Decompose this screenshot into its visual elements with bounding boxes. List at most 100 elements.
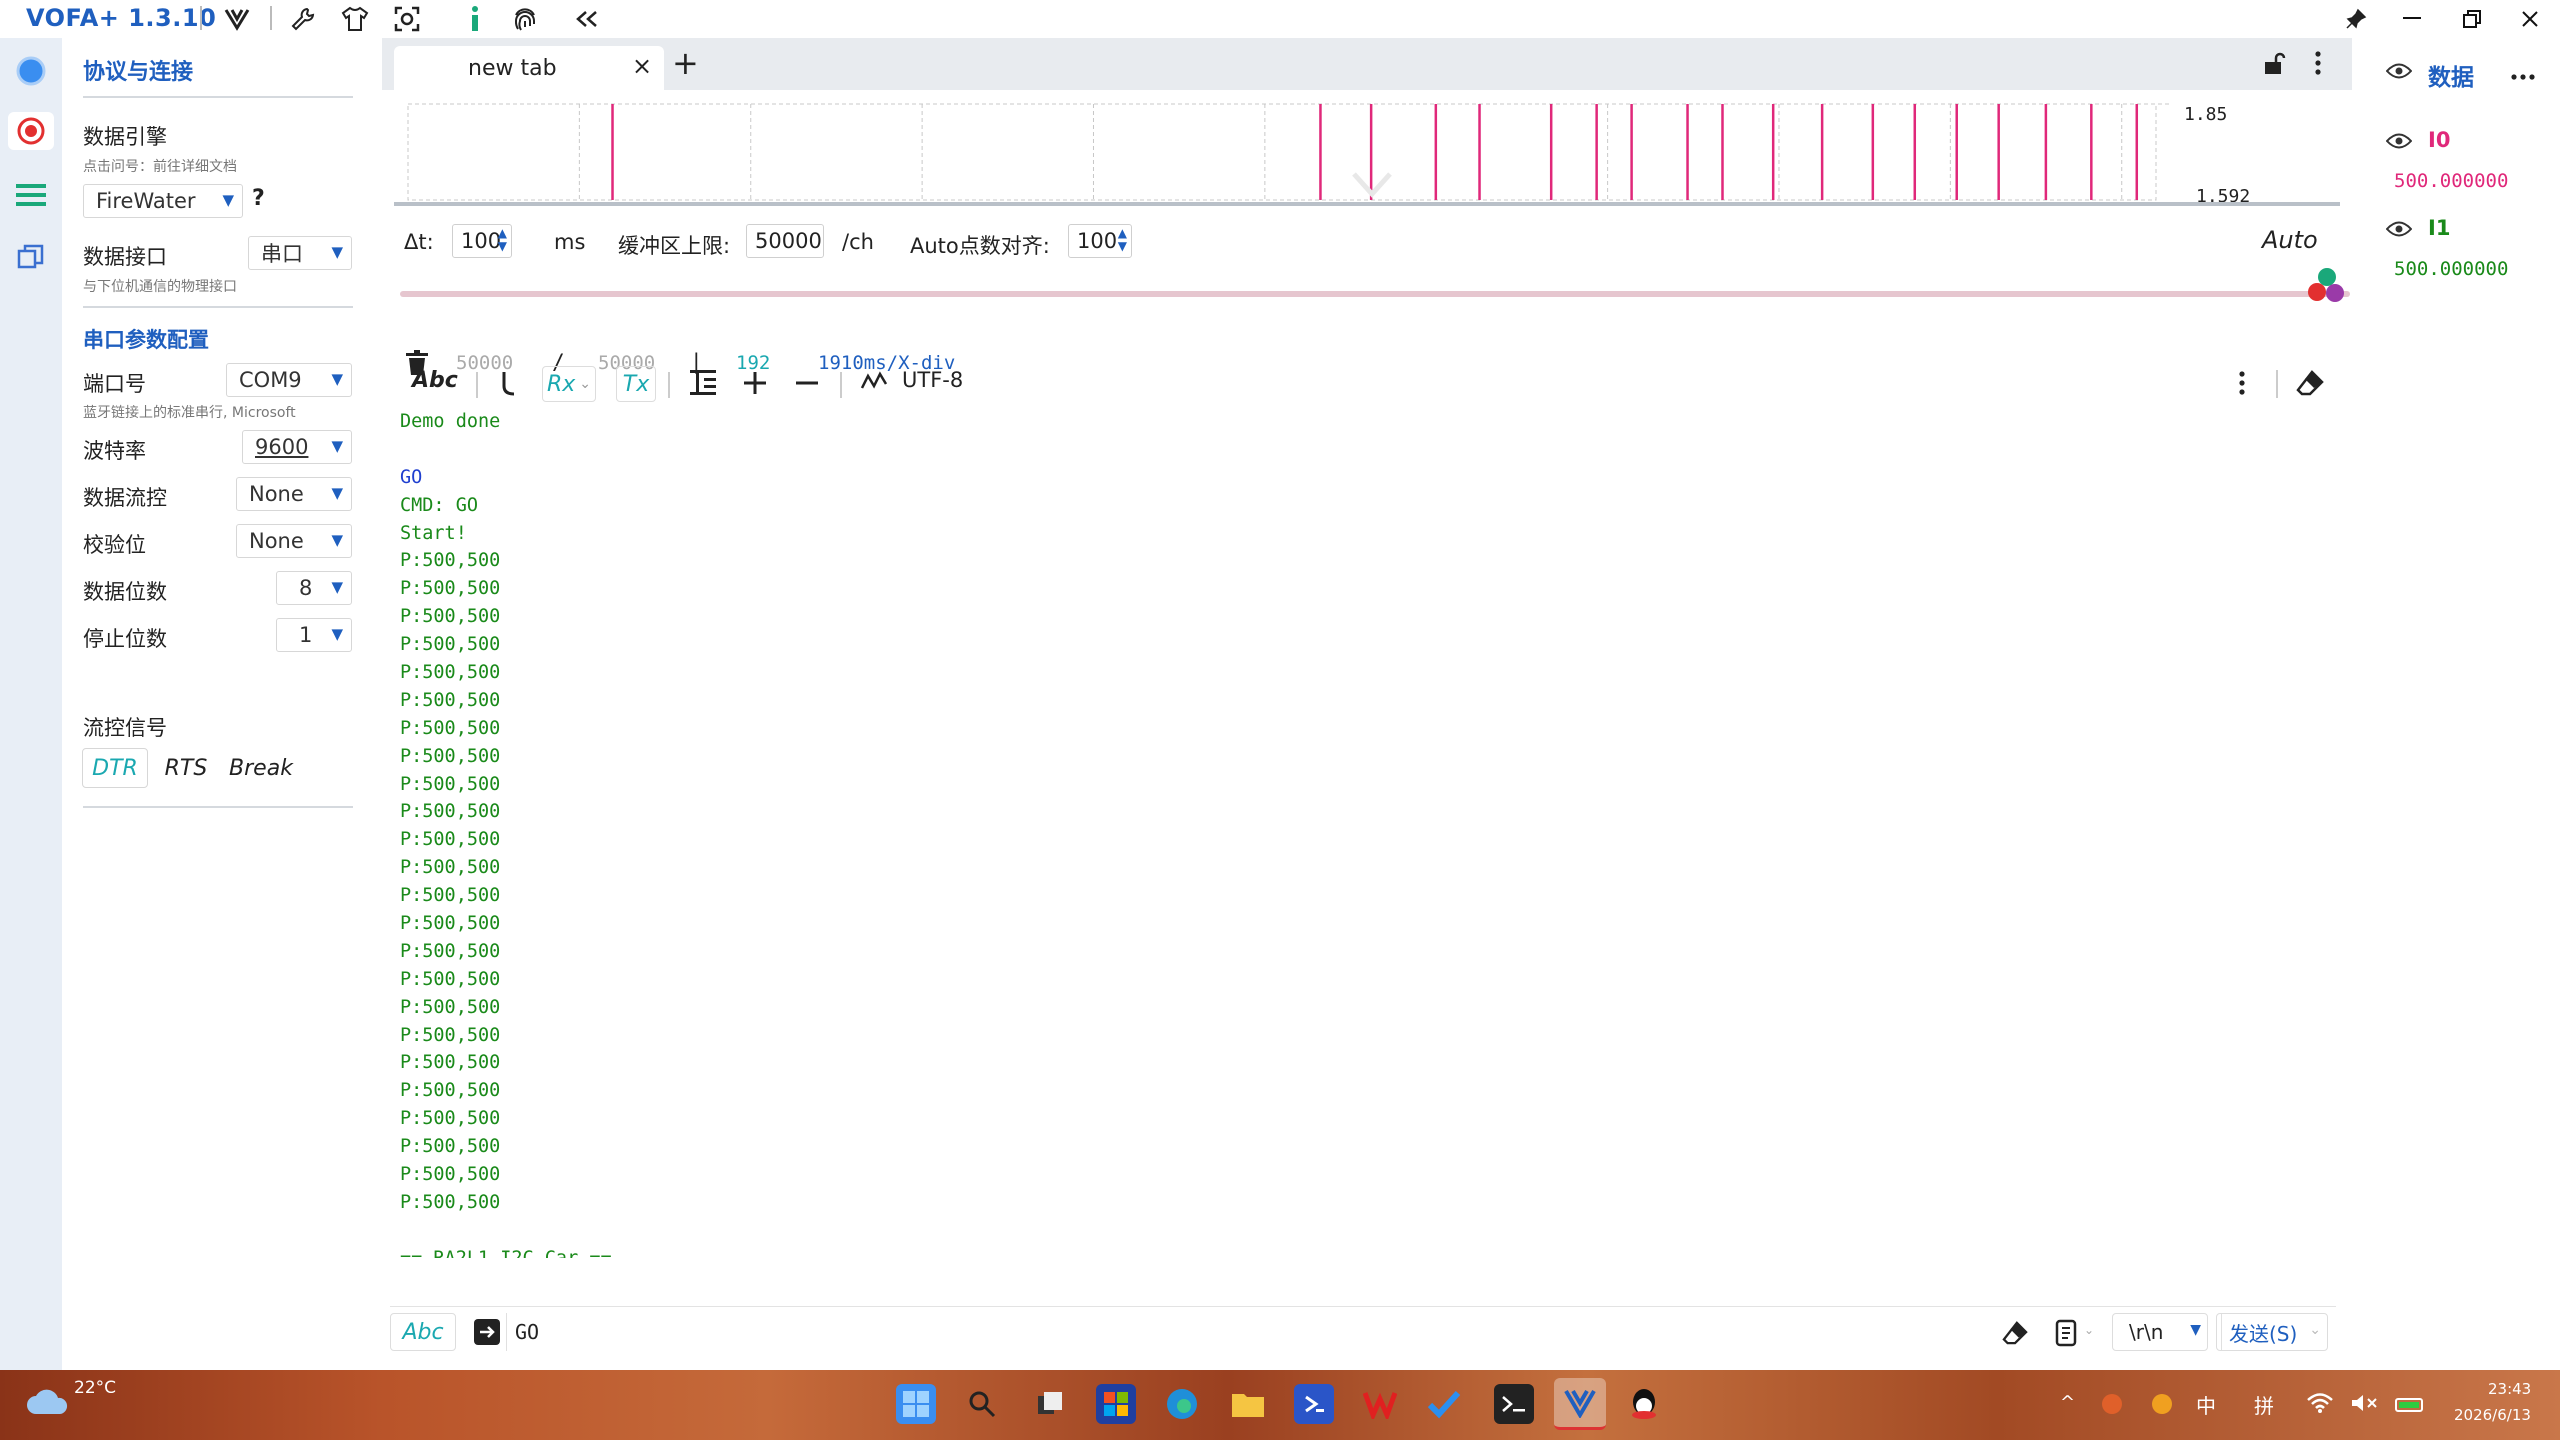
- ime-language[interactable]: 中: [2196, 1390, 2216, 1419]
- console-line: P:500,500: [400, 550, 501, 572]
- dtr-toggle[interactable]: DTR: [82, 748, 148, 788]
- line-ending-select[interactable]: \r\n ▼: [2112, 1313, 2208, 1351]
- waveform-svg: 1.85 1.592: [407, 103, 2250, 207]
- battery-icon[interactable]: [2394, 1394, 2428, 1418]
- zoom-in-icon[interactable]: [744, 372, 766, 394]
- text-mode-button[interactable]: Abc: [412, 368, 458, 393]
- edge-browser-icon[interactable]: [1162, 1384, 1202, 1424]
- flowctrl-value: None: [249, 482, 304, 506]
- auto-align-label: Auto点数对齐:: [910, 234, 1050, 258]
- wifi-icon[interactable]: [2306, 1392, 2334, 1418]
- speaker-muted-icon[interactable]: [2350, 1392, 2378, 1418]
- tx-toggle[interactable]: Tx: [616, 366, 656, 402]
- collapse-double-chevron-icon[interactable]: [570, 2, 604, 36]
- waveform-plot[interactable]: 1.85 1.592: [394, 94, 2340, 207]
- parity-select[interactable]: None ▼: [236, 524, 352, 558]
- enter-icon[interactable]: [474, 1319, 500, 1349]
- send-button[interactable]: 发送(S) ⌄: [2216, 1313, 2328, 1351]
- channel-i0-name: I0: [2428, 128, 2451, 152]
- tab-close-icon[interactable]: ×: [632, 52, 652, 80]
- tray-chevron-up-icon[interactable]: ^: [2060, 1392, 2075, 1413]
- clock-date[interactable]: 2026/6/13: [2454, 1406, 2531, 1424]
- script-icon[interactable]: [2054, 1319, 2080, 1351]
- microsoft-store-icon[interactable]: [1096, 1384, 1136, 1424]
- app-red-icon[interactable]: [1360, 1384, 1400, 1424]
- tab-new-tab[interactable]: new tab ×: [394, 46, 664, 90]
- terminal-icon[interactable]: [1494, 1384, 1534, 1424]
- eye-icon[interactable]: [2385, 132, 2413, 154]
- auto-scale-button[interactable]: Auto: [2262, 226, 2318, 254]
- eraser-icon[interactable]: [2002, 1321, 2028, 1349]
- more-vertical-icon[interactable]: [2314, 50, 2322, 80]
- console-output[interactable]: Demo done GO CMD: GO Start! P:500,500 P:500,…: [400, 408, 2300, 1258]
- left-nav-rail: [0, 38, 62, 1370]
- add-tab-button[interactable]: +: [672, 44, 699, 82]
- clock-time[interactable]: 23:43: [2488, 1380, 2531, 1398]
- record-icon[interactable]: [8, 112, 54, 150]
- port-select[interactable]: COM9 ▼: [226, 363, 352, 397]
- fingerprint-icon[interactable]: [508, 2, 542, 36]
- slider-knob-red[interactable]: [2308, 283, 2326, 301]
- flowctrl-select[interactable]: None ▼: [236, 477, 352, 511]
- zoom-out-icon[interactable]: [796, 372, 818, 394]
- text-format-icon[interactable]: [690, 370, 718, 396]
- slider-knob-purple[interactable]: [2326, 284, 2344, 302]
- connection-status-icon[interactable]: [12, 52, 50, 90]
- encoding-label[interactable]: UTF-8: [902, 368, 963, 392]
- auto-align-input[interactable]: 100 ▲ ▼: [1068, 224, 1132, 258]
- chevron-down-icon: ▼: [331, 437, 343, 455]
- send-format-button[interactable]: Abc: [390, 1313, 456, 1351]
- windows-stack-icon[interactable]: [12, 238, 50, 276]
- qq-icon[interactable]: [1624, 1384, 1664, 1424]
- tray-app-icon[interactable]: [2152, 1394, 2172, 1414]
- timeline-slider[interactable]: [400, 291, 2350, 297]
- engine-select[interactable]: FireWater ▼: [83, 184, 243, 218]
- minimize-button[interactable]: [2384, 0, 2440, 38]
- vofa-logo-icon[interactable]: [220, 2, 254, 36]
- more-vertical-icon[interactable]: [2238, 370, 2246, 400]
- buffer-input[interactable]: 50000: [746, 224, 824, 258]
- info-icon[interactable]: [458, 2, 492, 36]
- tray-app-icon[interactable]: [2102, 1394, 2122, 1414]
- send-input[interactable]: GO: [506, 1313, 2222, 1351]
- wrench-icon[interactable]: [286, 2, 320, 36]
- waveform-icon[interactable]: [860, 370, 888, 394]
- ime-mode[interactable]: 拼: [2254, 1390, 2274, 1419]
- file-explorer-icon[interactable]: [1228, 1384, 1268, 1424]
- eraser-icon[interactable]: [2296, 370, 2324, 400]
- pin-icon[interactable]: [2328, 0, 2384, 38]
- break-toggle[interactable]: Break: [226, 748, 296, 788]
- console-line: P:500,500: [400, 1136, 501, 1158]
- help-icon[interactable]: ?: [252, 186, 265, 211]
- spinner-arrows-icon[interactable]: ▲ ▼: [1118, 227, 1127, 253]
- rts-toggle[interactable]: RTS: [158, 748, 214, 788]
- screenshot-icon[interactable]: [390, 2, 424, 36]
- close-button[interactable]: [2502, 0, 2558, 38]
- more-horizontal-icon[interactable]: [2510, 66, 2536, 85]
- todo-check-icon[interactable]: [1424, 1384, 1464, 1424]
- stopbits-select[interactable]: 1 ▼: [276, 618, 352, 652]
- start-icon[interactable]: [896, 1384, 936, 1424]
- weather-cloud-icon[interactable]: [26, 1386, 70, 1420]
- search-icon[interactable]: [962, 1384, 1002, 1424]
- powershell-icon[interactable]: [1294, 1384, 1334, 1424]
- spinner-arrows-icon[interactable]: ▲ ▼: [498, 227, 507, 253]
- send-label: 发送(S): [2229, 1321, 2298, 1346]
- unlock-icon[interactable]: [2262, 52, 2286, 80]
- chevron-down-icon[interactable]: ⌄: [2084, 1323, 2094, 1337]
- scroll-hook-icon[interactable]: [500, 370, 516, 398]
- baud-select[interactable]: 9600 ▼: [242, 430, 352, 464]
- dt-input[interactable]: 100 ▲ ▼: [452, 224, 512, 258]
- main-area: new tab × + 1.85 1.592 Δt: 100 ▲ ▼ ms 缓冲…: [382, 38, 2352, 1370]
- databits-select[interactable]: 8 ▼: [276, 571, 352, 605]
- divider: [83, 306, 353, 308]
- task-view-icon[interactable]: [1030, 1384, 1070, 1424]
- eye-icon[interactable]: [2385, 62, 2413, 84]
- eye-icon[interactable]: [2385, 220, 2413, 242]
- list-icon[interactable]: [12, 176, 50, 214]
- restore-button[interactable]: [2444, 0, 2500, 38]
- shirt-icon[interactable]: [338, 2, 372, 36]
- interface-select[interactable]: 串口 ▼: [248, 236, 352, 270]
- vofa-taskbar-icon[interactable]: [1554, 1378, 1606, 1430]
- rx-toggle[interactable]: Rx ⌄: [542, 366, 596, 402]
